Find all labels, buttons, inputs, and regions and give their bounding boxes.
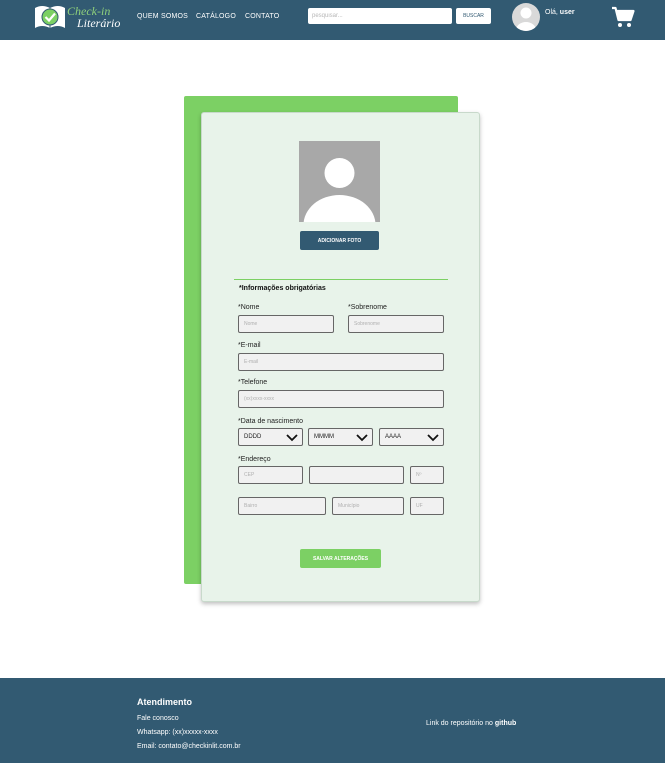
user-avatar-icon [516,7,536,31]
last-name-label: *Sobrenome [348,304,387,311]
chevron-down-icon [427,434,439,442]
user-greeting: Olá, user [545,9,575,16]
state-input[interactable] [410,497,444,515]
nav-link-contact[interactable]: CONTATO [245,13,279,20]
search-input[interactable] [308,8,452,24]
birth-day-value: DDDD [244,434,262,440]
shopping-cart-icon[interactable] [611,6,635,28]
birth-month-select[interactable]: MMMM [308,428,373,446]
street-input[interactable] [309,466,404,484]
site-footer: Atendimento Fale conosco Whatsapp: (xx)x… [0,678,665,763]
footer-repo-text: Link do repositório no github [426,720,517,727]
logo-text-bottom: Literário [77,16,121,30]
chevron-down-icon [286,434,298,442]
top-navbar: Check-in Literário QUEM SOMOS CATÁLOGO C… [0,0,665,40]
address-label: *Endereço [238,456,271,463]
cep-input[interactable] [238,466,303,484]
required-info-heading: *Informações obrigatórias [239,285,326,292]
save-changes-button[interactable]: SALVAR ALTERAÇÕES [300,549,381,568]
user-placeholder-icon [303,158,376,222]
birth-month-value: MMMM [314,434,334,440]
first-name-input[interactable] [238,315,334,333]
book-check-icon [35,6,65,28]
phone-input[interactable] [238,390,444,408]
username: user [559,9,575,16]
user-avatar[interactable] [512,3,540,31]
nav-link-catalog[interactable]: CATÁLOGO [196,13,236,20]
first-name-label: *Nome [238,304,260,311]
site-logo[interactable]: Check-in Literário [33,3,123,33]
search-button[interactable]: BUSCAR [456,8,491,24]
city-input[interactable] [332,497,404,515]
birth-year-select[interactable]: AAAA [379,428,444,446]
profile-photo [299,141,380,222]
email-input[interactable] [238,353,444,371]
birthdate-label: *Data de nascimento [238,418,303,425]
footer-whatsapp: Whatsapp: (xx)xxxxx-xxxx [137,729,218,736]
last-name-input[interactable] [348,315,444,333]
email-label: *E-mail [238,342,261,349]
footer-contact-link[interactable]: Fale conosco [137,715,179,722]
section-divider [234,279,448,280]
chevron-down-icon [356,434,368,442]
district-input[interactable] [238,497,326,515]
nav-link-about[interactable]: QUEM SOMOS [137,13,188,20]
phone-label: *Telefone [238,379,268,386]
github-link[interactable]: github [495,720,516,727]
birth-day-select[interactable]: DDDD [238,428,303,446]
birth-year-value: AAAA [385,434,402,440]
add-photo-button[interactable]: ADICIONAR FOTO [300,231,379,250]
profile-edit-card: ADICIONAR FOTO *Informações obrigatórias… [201,112,480,602]
number-input[interactable] [410,466,444,484]
footer-title: Atendimento [137,697,192,707]
footer-email: Email: contato@checkinlit.com.br [137,743,241,750]
